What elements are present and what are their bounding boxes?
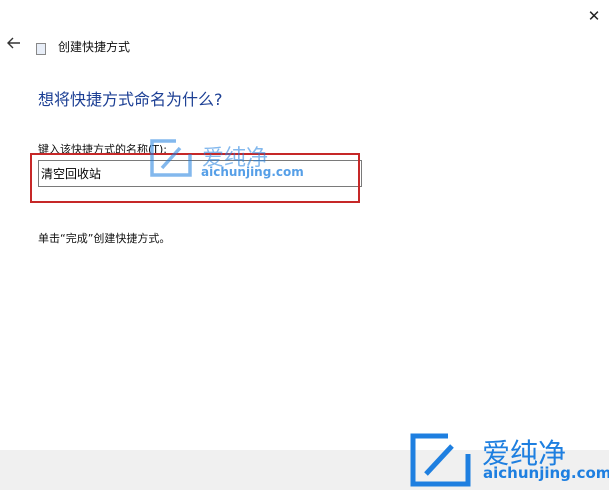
wizard-title: 创建快捷方式 bbox=[58, 40, 131, 54]
close-button[interactable]: ✕ bbox=[582, 4, 606, 28]
watermark-text-url: aichunjing.com bbox=[201, 165, 304, 179]
page-heading: 想将快捷方式命名为什么? bbox=[38, 90, 223, 109]
watermark-text-url: aichunjing.com bbox=[483, 464, 609, 482]
close-icon: ✕ bbox=[587, 7, 601, 25]
watermark-logo-icon bbox=[148, 138, 194, 178]
back-button[interactable] bbox=[6, 35, 22, 51]
finish-hint: 单击“完成”创建快捷方式。 bbox=[38, 232, 171, 245]
watermark-logo-icon bbox=[408, 432, 474, 488]
arrow-left-icon bbox=[7, 37, 20, 49]
highlight-box bbox=[30, 153, 360, 203]
shortcut-wizard-icon bbox=[36, 43, 46, 55]
